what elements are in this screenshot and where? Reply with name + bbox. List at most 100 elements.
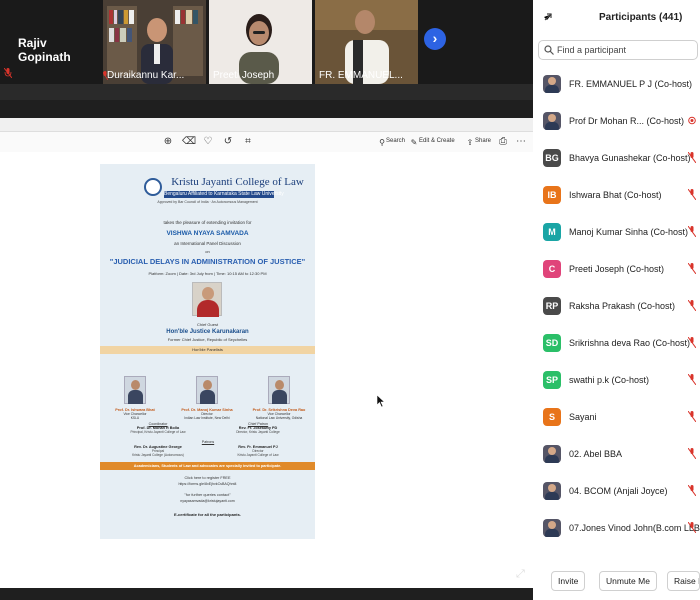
patrons-heading: Patrons [201,440,215,444]
video-tile-preeti[interactable]: Preeti Joseph [209,0,312,84]
video-strip: Rajiv Gopinath Duraikannu Kar... Preeti … [0,0,533,84]
muted-mic-icon [688,226,696,237]
participant-name: 04. BCOM (Anjali Joyce) [569,486,668,496]
participant-name: swathi p.k (Co-host) [569,375,650,385]
list-item[interactable]: 04. BCOM (Anjali Joyce) [533,477,700,507]
expand-icon[interactable]: ⤢ [516,568,528,580]
participant-name: Ishwara Bhat (Co-host) [569,190,662,200]
delete-icon[interactable]: ⌫ [182,136,196,148]
participant-search[interactable] [538,40,698,60]
list-item[interactable]: 02. Abel BBA [533,440,700,470]
unmute-me-button[interactable]: Unmute Me [599,571,657,591]
active-speaker-tile[interactable]: Rajiv Gopinath [0,0,100,84]
avatar: SP [543,371,561,389]
browser-tabstrip [0,118,533,132]
chief-patron-role: Director, Kristu Jayanti College [236,430,280,434]
zoom-in-icon[interactable]: ⊕ [162,136,174,148]
print-icon[interactable]: ⎙ [497,136,509,148]
pdf-toolbar: ⊕ ⌫ ♡ ↺ ⌗ ⚲ Search ✎ Edit & Create ⇪ Sha… [0,132,533,152]
video-tile-name: FR. EMMANUEL... [319,70,403,81]
queries-line: "for further queries contact" [184,493,231,497]
avatar [543,482,561,500]
poster-location-band: Bengaluru Affiliated to Karnataka State … [164,191,284,198]
participant-name: Srikrishna deva Rao (Co-host) [569,338,691,348]
panelist-card: Prof. Dr. Srikrishna Deva Rao Vice Chanc… [244,376,314,420]
participant-name: 07.Jones Vinod John(B.com LLB) [569,523,700,533]
participant-search-input[interactable] [557,43,695,57]
panelist-card: Prof. Dr. Ishwara Bhat Vice Chancellor K… [100,376,170,420]
share-bar [0,84,533,100]
chief-guest-role: Former Chief Justice, Republic of Seyche… [167,337,248,342]
certificate-line: E-certificate for all the participants. [174,512,241,517]
panelist-org: National Law University, Odisha [255,416,303,420]
video-tile-duraikannu[interactable]: Duraikannu Kar... [103,0,206,84]
share-label[interactable]: Share [475,138,491,144]
invite-button[interactable]: Invite [551,571,586,591]
panelist-org: KSLU [130,416,140,420]
crop-icon[interactable]: ⌗ [242,136,254,148]
edit-create-label[interactable]: Edit & Create [419,138,455,144]
panelist-card: Prof. Dr. Manoj Kumar Sinha Director Ind… [172,376,242,420]
coordinator-block: Coordinator Prof. Dr. Mohan R Bolla Prin… [108,422,208,434]
participant-name: Prof Dr Mohan R... (Co-host) [569,116,685,126]
list-item[interactable]: Prof Dr Mohan R... (Co-host) [533,107,700,137]
recording-icon [688,116,696,125]
video-tile-emmanuel[interactable]: FR. EMMANUEL... [315,0,418,84]
poster-event-type: an International Panel Discussion [174,241,241,246]
patron-right-block: Rev. Fr. Emmanuel PJ Director Kristu Jay… [208,445,308,457]
chief-patron-block: Chief Patron Rev. Fr. Josekutty PD Direc… [208,422,308,434]
active-speaker-name: Rajiv Gopinath [18,36,71,64]
patron-org: Kristu Jayanti College (Autonomous) [132,453,184,457]
patron-org: Kristu Jayanti College of Law [237,453,279,457]
list-item[interactable]: SP swathi p.k (Co-host) [533,366,700,396]
muted-mic-icon [688,374,696,385]
search-label[interactable]: Search [386,138,405,144]
participants-title: Participants (441) [599,12,683,23]
panelist-photo [196,376,218,404]
muted-mic-icon [688,263,696,274]
list-item[interactable]: M Manoj Kumar Sinha (Co-host) [533,218,700,248]
raise-hand-button[interactable]: Raise Hand [667,571,700,591]
poster-on: on [205,249,210,254]
participant-name: FR. EMMANUEL P J (Co-host) [569,79,693,89]
muted-mic-icon [688,522,696,533]
participant-name: Sayani [569,412,597,422]
chief-guest-name: Hon'ble Justice Karunakaran [166,329,249,335]
list-item[interactable]: RP Raksha Prakash (Co-host) [533,292,700,322]
collapse-panel-icon[interactable] [543,12,553,22]
muted-mic-icon [688,411,696,422]
muted-mic-icon [688,152,696,163]
list-item[interactable]: S Sayani [533,403,700,433]
poster-event-name: VISHWA NYAYA SAMVADA [166,230,249,237]
rotate-icon[interactable]: ↺ [222,136,234,148]
poster-affiliation: Approved by Bar Council of India · An Au… [157,200,258,204]
panelist-org: Indian Law Institute, New Delhi [184,416,230,420]
list-item[interactable]: C Preeti Joseph (Co-host) [533,255,700,285]
poster-invitation-line: takes the pleasure of extending invitati… [163,220,252,225]
avatar: SD [543,334,561,352]
mouse-cursor-icon [377,395,385,407]
avatar: BG [543,149,561,167]
list-item[interactable]: BG Bhavya Gunashekar (Co-host) [533,144,700,174]
pdf-viewer: ⊕ ⌫ ♡ ↺ ⌗ ⚲ Search ✎ Edit & Create ⇪ Sha… [0,118,533,588]
list-item[interactable]: 07.Jones Vinod John(B.com LLB) [533,514,700,544]
avatar: S [543,408,561,426]
poster-theme: "JUDICIAL DELAYS IN ADMINISTRATION OF JU… [109,257,306,266]
muted-mic-icon [688,485,696,496]
list-item[interactable]: FR. EMMANUEL P J (Co-host) [533,70,700,100]
audience-band: Academicians, Students of Law and advoca… [100,462,315,470]
list-item[interactable]: IB Ishwara Bhat (Co-host) [533,181,700,211]
zoom-meeting-window: Rajiv Gopinath Duraikannu Kar... Preeti … [0,0,700,600]
muted-mic-icon [688,448,696,459]
participants-footer: Invite Unmute Me Raise Hand [533,566,700,596]
chevron-right-icon[interactable]: › [424,28,446,50]
avatar [543,112,561,130]
event-poster: Kristu Jayanti College of Law Bengaluru … [100,164,315,539]
more-icon[interactable]: ⋯ [515,136,527,148]
participant-name: Bhavya Gunashekar (Co-host) [569,153,691,163]
heart-icon[interactable]: ♡ [202,136,214,148]
register-link[interactable]: https://forms.gle/8xEjhvkCsBAQhnt4 [100,482,315,486]
queries-email[interactable]: nyayasamvada@kristujayanti.com [100,499,315,503]
list-item[interactable]: SD Srikrishna deva Rao (Co-host) [533,329,700,359]
chief-guest-photo [192,282,222,317]
